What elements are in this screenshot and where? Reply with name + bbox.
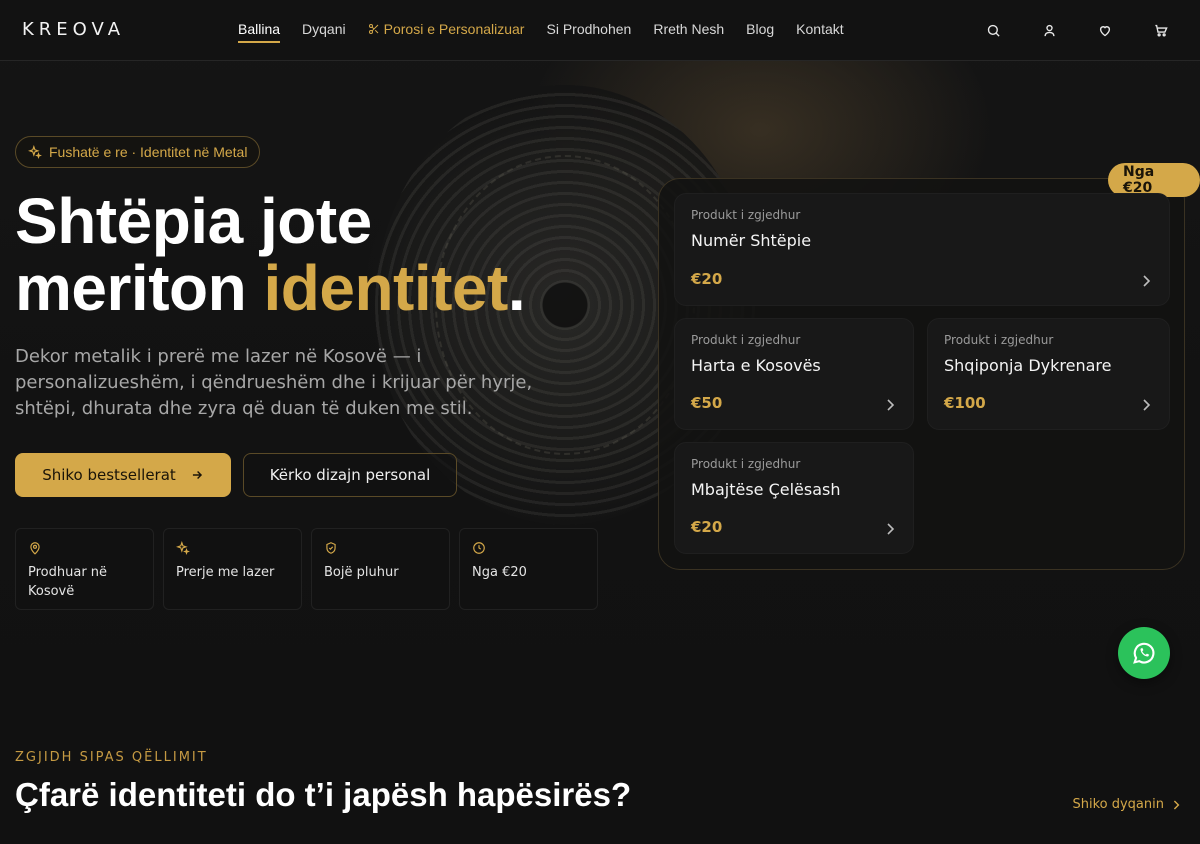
chevron-right-icon (1143, 399, 1151, 411)
feature-label: Nga €20 (472, 565, 527, 580)
nav-item-kontakt[interactable]: Kontakt (796, 21, 843, 43)
sparkles-icon (28, 145, 42, 159)
hero-title: Shtëpia jote meriton identitet. (15, 185, 526, 324)
nav-item-dyqani[interactable]: Dyqani (302, 21, 346, 43)
product-card-name: Mbajtëse Çelësash (691, 480, 841, 499)
search-icon[interactable] (982, 19, 1004, 41)
chevron-right-icon (887, 523, 895, 535)
nav-item-ballina[interactable]: Ballina (238, 21, 281, 43)
product-card-kicker: Produkt i zgjedhur (944, 333, 1054, 347)
product-card-price: €20 (691, 270, 723, 288)
product-card-price: €100 (944, 394, 986, 412)
custom-design-button[interactable]: Kërko dizajn personal (243, 453, 457, 497)
user-icon[interactable] (1038, 19, 1060, 41)
section-eyebrow: ZGJIDH SIPAS QËLLIMIT (15, 750, 208, 765)
section-title: Çfarë identiteti do t’i japësh hapësirës… (15, 776, 632, 813)
scissors-icon (368, 24, 378, 34)
product-card-harta-kosoves[interactable]: Produkt i zgjedhur Harta e Kosovës €50 (674, 318, 914, 430)
clock-icon (472, 540, 585, 558)
main-menu: Ballina Dyqani Porosi e Personalizuar Si… (238, 21, 866, 43)
product-card-name: Numër Shtëpie (691, 231, 812, 250)
hero-title-line2: meriton identitet. (15, 252, 526, 324)
hero-title-end: . (507, 252, 526, 324)
chevron-right-icon (1173, 799, 1180, 810)
map-pin-icon (28, 540, 141, 558)
feature-item: Nga €20 (459, 528, 598, 610)
shield-check-icon (324, 540, 437, 558)
cart-icon[interactable] (1150, 19, 1172, 41)
brand-logo[interactable]: KREOVA (22, 19, 125, 40)
product-card-kicker: Produkt i zgjedhur (691, 208, 801, 222)
feature-list: Prodhuar në Kosovë Prerje me lazer Bojë … (15, 528, 598, 610)
shop-bestsellers-button[interactable]: Shiko bestsellerat (15, 453, 231, 497)
product-card-name: Harta e Kosovës (691, 356, 821, 375)
hero-title-plain: meriton (15, 252, 264, 324)
shop-bestsellers-label: Shiko bestsellerat (42, 466, 176, 484)
heart-icon[interactable] (1094, 19, 1116, 41)
hero-lead-text: Dekor metalik i prerë me lazer në Kosovë… (15, 346, 533, 419)
feature-label: Bojë pluhur (324, 565, 399, 580)
feature-item: Bojë pluhur (311, 528, 450, 610)
campaign-badge-text: Fushatë e re · Identitet në Metal (49, 144, 248, 160)
hero-title-line1: Shtëpia jote (15, 185, 372, 257)
product-card-kicker: Produkt i zgjedhur (691, 457, 801, 471)
sparkles-icon (175, 540, 289, 558)
view-shop-label: Shiko dyqanin (1072, 797, 1164, 812)
product-card-price: €50 (691, 394, 723, 412)
product-card-kicker: Produkt i zgjedhur (691, 333, 801, 347)
nav-item-porosi-personalizuar[interactable]: Porosi e Personalizuar (368, 21, 525, 43)
product-card-numer-shtepie[interactable]: Produkt i zgjedhur Numër Shtëpie €20 (674, 193, 1170, 306)
whatsapp-chat-button[interactable] (1118, 627, 1170, 679)
campaign-badge: Fushatë e re · Identitet në Metal (15, 136, 261, 168)
chevron-right-icon (887, 399, 895, 411)
feature-label: Prodhuar në Kosovë (28, 565, 108, 599)
feature-item: Prodhuar në Kosovë (15, 528, 154, 610)
hero-title-accent: identitet (263, 252, 508, 324)
feature-label: Prerje me lazer (176, 565, 275, 580)
whatsapp-icon (1133, 642, 1155, 664)
arrow-right-icon (192, 471, 202, 479)
nav-item-blog[interactable]: Blog (746, 21, 774, 43)
nav-item-porosi-label: Porosi e Personalizuar (383, 21, 525, 37)
view-shop-link[interactable]: Shiko dyqanin (1072, 797, 1180, 812)
product-card-shqiponja-dykrenare[interactable]: Produkt i zgjedhur Shqiponja Dykrenare €… (927, 318, 1170, 430)
nav-item-si-prodhohen[interactable]: Si Prodhohen (546, 21, 631, 43)
product-card-mbajtese-celesash[interactable]: Produkt i zgjedhur Mbajtëse Çelësash €20 (674, 442, 914, 554)
chevron-right-icon (1143, 275, 1151, 287)
feature-item: Prerje me lazer (163, 528, 302, 610)
nav-item-rreth-nesh[interactable]: Rreth Nesh (653, 21, 724, 43)
nav-icon-group (982, 19, 1172, 41)
top-navigation: KREOVA Ballina Dyqani Porosi e Personali… (0, 0, 1200, 61)
product-card-name: Shqiponja Dykrenare (944, 356, 1112, 375)
product-card-price: €20 (691, 518, 723, 536)
starting-price-badge: Nga €20 (1108, 163, 1200, 197)
